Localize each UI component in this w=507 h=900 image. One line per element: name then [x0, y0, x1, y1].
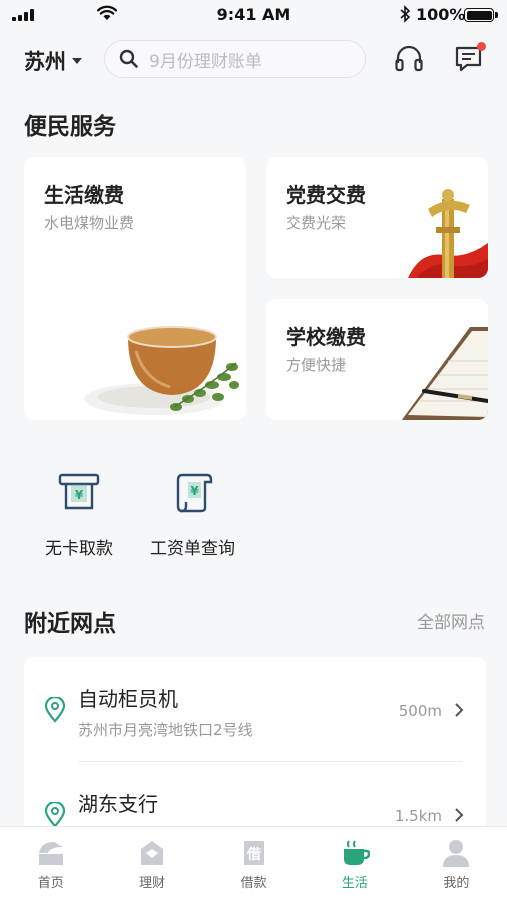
notebook-pen-image [402, 327, 488, 420]
svg-text:¥: ¥ [75, 488, 84, 502]
location-pin-icon [44, 802, 66, 828]
tab-home[interactable]: 首页 [0, 827, 101, 900]
svg-text:借: 借 [246, 846, 261, 863]
card-subtitle: 交费光荣 [286, 214, 347, 232]
tab-label: 理财 [139, 876, 166, 891]
message-button[interactable] [453, 42, 486, 74]
card-title: 生活缴费 [44, 183, 124, 207]
branch-distance: 500m [398, 702, 442, 720]
tea-cup-image [84, 326, 239, 415]
card-subtitle: 方便快捷 [286, 356, 347, 374]
chevron-right-icon [455, 703, 464, 717]
tab-profile[interactable]: 我的 [406, 827, 507, 900]
svg-text:¥: ¥ [190, 484, 199, 498]
branch-distance: 1.5km [394, 807, 442, 825]
quick-action-label: 无卡取款 [45, 539, 113, 559]
section-title-services: 便民服务 [24, 114, 116, 140]
huabiao-flag-image [408, 189, 488, 278]
all-branches-link[interactable]: 全部网点 [417, 608, 485, 633]
status-bar: 9:41 AM 100% [0, 0, 507, 30]
atm-yuan-icon: ¥ [58, 473, 100, 510]
city-name: 苏州 [24, 50, 66, 74]
section-title-nearby: 附近网点 [24, 611, 116, 637]
payslip-scroll-icon: ¥ [176, 473, 212, 513]
home-icon [38, 842, 63, 865]
tab-label: 生活 [341, 876, 368, 891]
coffee-cup-icon [343, 840, 370, 865]
headset-icon[interactable] [393, 42, 425, 74]
tab-loan[interactable]: 借 借款 [203, 827, 304, 900]
card-party-dues[interactable]: 党费交费 交费光荣 [266, 157, 488, 278]
quick-action-label: 工资单查询 [150, 539, 235, 559]
tab-label: 借款 [240, 876, 267, 891]
caret-down-icon [72, 58, 82, 64]
search-icon [119, 49, 138, 68]
chevron-right-icon [455, 808, 464, 822]
city-selector[interactable]: 苏州 [24, 46, 82, 76]
tab-label: 首页 [37, 876, 64, 891]
search-placeholder: 9月份理财账单 [149, 51, 262, 72]
quick-cardless-withdrawal[interactable]: ¥ 无卡取款 [45, 470, 113, 559]
card-title: 学校缴费 [286, 325, 366, 349]
location-pin-icon [44, 697, 66, 723]
loan-icon: 借 [243, 841, 264, 865]
quick-payslip-query[interactable]: ¥ 工资单查询 [150, 470, 235, 559]
tab-bar: 首页 理财 借 借款 生活 我的 [0, 826, 507, 900]
branch-name: 自动柜员机 [78, 687, 178, 711]
card-life-payment[interactable]: 生活缴费 水电煤物业费 [24, 157, 246, 420]
battery-icon [464, 8, 494, 22]
card-title: 党费交费 [286, 183, 366, 207]
tab-life[interactable]: 生活 [304, 827, 405, 900]
profile-icon [443, 840, 470, 867]
tab-label: 我的 [443, 876, 470, 891]
branch-name: 湖东支行 [78, 792, 158, 816]
wealth-icon [141, 841, 164, 865]
branch-address: 苏州市月亮湾地铁口2号线 [78, 721, 253, 739]
search-input[interactable]: 9月份理财账单 [104, 40, 366, 78]
unread-badge [477, 42, 486, 51]
card-subtitle: 水电煤物业费 [44, 214, 135, 232]
tab-wealth[interactable]: 理财 [101, 827, 202, 900]
bluetooth-icon [400, 5, 411, 23]
battery-percent: 100% [416, 5, 466, 24]
branch-item[interactable]: 自动柜员机 苏州市月亮湾地铁口2号线 500m [24, 657, 486, 762]
card-school-fees[interactable]: 学校缴费 方便快捷 [266, 299, 488, 420]
